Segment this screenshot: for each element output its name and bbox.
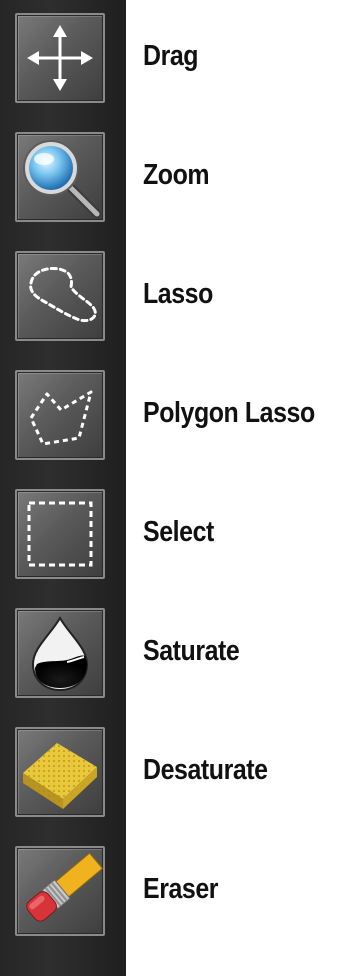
tool-palette: Drag Zoom Lasso Polygon Lasso Select Sat…: [0, 0, 338, 976]
polygon-lasso-tool-button[interactable]: [15, 370, 105, 460]
lasso-tool-label: Lasso: [143, 278, 213, 310]
desaturate-tool-button[interactable]: [15, 727, 105, 817]
tool-row-drag: Drag: [0, 10, 338, 132]
tool-row-select: Select: [0, 486, 338, 608]
polygon-lasso-tool-label: Polygon Lasso: [143, 397, 315, 429]
lasso-icon: [29, 267, 97, 323]
zoom-tool-label: Zoom: [143, 159, 210, 191]
magnifier-icon: [23, 140, 102, 219]
lasso-tool-button[interactable]: [15, 251, 105, 341]
eraser-tool-label: Eraser: [143, 873, 219, 905]
polygon-lasso-icon: [29, 390, 93, 446]
tool-row-lasso: Lasso: [0, 248, 338, 370]
select-tool-button[interactable]: [15, 489, 105, 579]
select-rectangle-icon: [27, 501, 93, 567]
tool-row-polygon-lasso: Polygon Lasso: [0, 367, 338, 489]
tool-row-desaturate: Desaturate: [0, 724, 338, 846]
drag-tool-button[interactable]: [15, 13, 105, 103]
tool-row-saturate: Saturate: [0, 605, 338, 727]
saturate-tool-label: Saturate: [143, 635, 240, 667]
move-arrows-icon: [27, 25, 93, 91]
eraser-tool-button[interactable]: [15, 846, 105, 936]
drag-tool-label: Drag: [143, 40, 199, 72]
zoom-tool-button[interactable]: [15, 132, 105, 222]
saturate-tool-button[interactable]: [15, 608, 105, 698]
eraser-icon: [26, 852, 103, 922]
tool-row-zoom: Zoom: [0, 129, 338, 251]
tool-row-eraser: Eraser: [0, 843, 338, 965]
drop-icon: [31, 615, 89, 692]
select-tool-label: Select: [143, 516, 214, 548]
sponge-icon: [23, 743, 97, 809]
desaturate-tool-label: Desaturate: [143, 754, 268, 786]
